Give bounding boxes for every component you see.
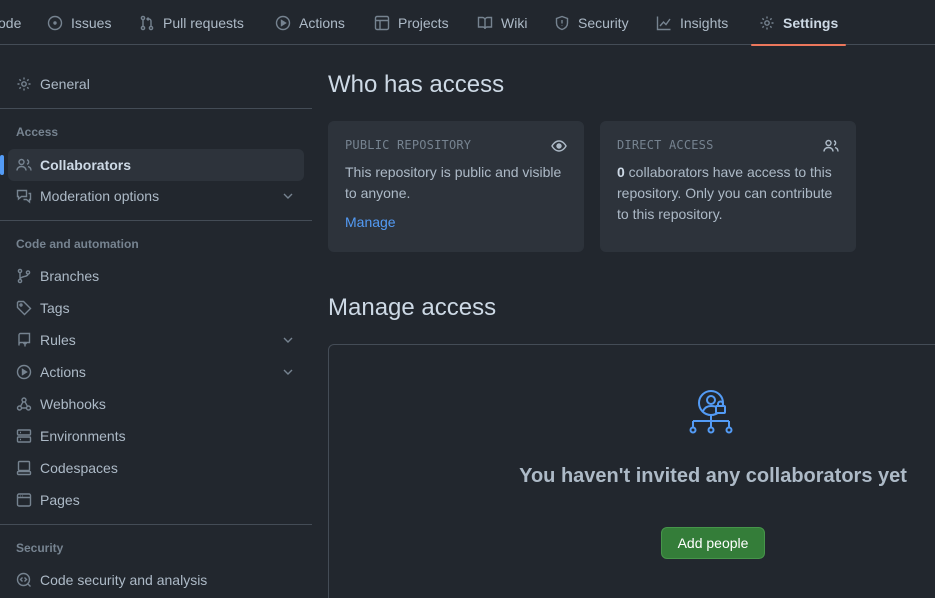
sidebar-item-label: Branches (40, 268, 100, 284)
tab-actions-label: Actions (299, 14, 345, 31)
browser-icon (16, 493, 32, 507)
shield-icon (555, 15, 569, 30)
sidebar-item-label: Collaborators (40, 157, 132, 173)
sidebar-item-tags[interactable]: Tags (8, 292, 304, 324)
sidebar-item-code-security[interactable]: Code security and analysis (8, 564, 304, 596)
direct-access-description: collaborators have access to this reposi… (617, 164, 833, 222)
sidebar-item-actions[interactable]: Actions (8, 356, 304, 388)
gear-icon (17, 77, 31, 91)
add-people-button[interactable]: Add people (661, 527, 765, 559)
sidebar-item-branches[interactable]: Branches (8, 260, 304, 292)
repo-push-icon (18, 332, 31, 347)
direct-access-label: DIRECT ACCESS (617, 138, 714, 152)
sidebar-item-label: Actions (40, 364, 86, 380)
chevron-down-icon[interactable] (280, 332, 296, 348)
sidebar-item-label: Tags (40, 300, 70, 316)
sidebar-item-general[interactable]: General (8, 68, 304, 100)
tab-insights[interactable]: Insights (656, 0, 728, 45)
sidebar-item-label: General (40, 76, 90, 92)
sidebar-divider (0, 524, 312, 525)
tab-projects-label: Projects (398, 14, 449, 31)
collaborator-count: 0 (617, 164, 625, 180)
sidebar-item-label: Rules (40, 332, 76, 348)
repo-nav: ode Issues Pull requests Actions Project… (0, 0, 935, 46)
chevron-down-icon[interactable] (280, 188, 296, 204)
play-icon (275, 15, 291, 30)
tab-security-label: Security (578, 14, 629, 31)
tab-issues-label: Issues (71, 14, 112, 31)
sidebar-item-label: Environments (40, 428, 126, 444)
public-repository-text: This repository is public and visible to… (345, 164, 562, 201)
collaborators-empty-state: You haven't invited any collaborators ye… (328, 344, 935, 598)
sidebar-heading-code-automation: Code and automation (16, 237, 139, 251)
sidebar-heading-access: Access (16, 125, 59, 139)
sidebar-item-collaborators[interactable]: Collaborators (0, 149, 304, 181)
tab-projects[interactable]: Projects (374, 0, 449, 45)
tab-pull-requests-label: Pull requests (163, 14, 244, 31)
person-lock-network-icon (689, 390, 733, 434)
pull-request-icon (140, 15, 154, 30)
tab-wiki-label: Wiki (501, 14, 528, 31)
sidebar-item-label: Code security and analysis (40, 572, 208, 588)
sidebar-item-codespaces[interactable]: Codespaces (8, 452, 304, 484)
tab-actions[interactable]: Actions (275, 0, 345, 45)
graph-icon (656, 16, 671, 30)
sidebar-divider (0, 220, 312, 221)
sidebar-item-label: Codespaces (40, 460, 118, 476)
tag-icon (16, 300, 32, 316)
tab-settings-label: Settings (783, 14, 839, 31)
direct-access-text: 0 collaborators have access to this repo… (617, 162, 839, 225)
eye-icon (551, 140, 567, 152)
sidebar-item-pages[interactable]: Pages (8, 484, 304, 516)
book-icon (477, 16, 493, 29)
people-icon (823, 139, 839, 152)
codespaces-icon (16, 460, 32, 476)
tab-insights-label: Insights (680, 14, 729, 31)
server-icon (16, 429, 32, 443)
empty-state-title: You haven't invited any collaborators ye… (519, 465, 907, 487)
webhook-icon (16, 397, 32, 411)
sidebar-item-label: Webhooks (40, 396, 106, 412)
tab-issues[interactable]: Issues (47, 0, 111, 45)
tab-settings[interactable]: Settings (750, 0, 847, 46)
people-icon (16, 158, 32, 171)
sidebar-item-webhooks[interactable]: Webhooks (8, 388, 304, 420)
tab-wiki[interactable]: Wiki (477, 0, 527, 45)
sidebar-item-environments[interactable]: Environments (8, 420, 304, 452)
public-repository-card: PUBLIC REPOSITORY This repository is pub… (328, 121, 584, 252)
settings-sidebar: General Access Collaborators Moderation … (0, 45, 312, 598)
git-branch-icon (17, 268, 31, 284)
sidebar-item-moderation[interactable]: Moderation options (8, 180, 304, 212)
who-has-access-title: Who has access (328, 71, 505, 98)
comment-discussion-icon (16, 189, 32, 204)
tab-security[interactable]: Security (554, 0, 629, 45)
sidebar-item-rules[interactable]: Rules (8, 324, 304, 356)
codescan-icon (16, 572, 31, 587)
sidebar-divider (0, 108, 312, 109)
manage-access-title: Manage access (328, 294, 497, 321)
play-icon (16, 364, 32, 380)
sidebar-item-label: Pages (40, 492, 80, 508)
manage-link[interactable]: Manage (345, 214, 396, 230)
tab-pull-requests[interactable]: Pull requests (139, 0, 244, 45)
public-repository-label: PUBLIC REPOSITORY (345, 138, 472, 152)
tab-code-label: ode (0, 14, 22, 31)
table-icon (374, 15, 390, 30)
tab-code[interactable]: ode (0, 0, 21, 45)
sidebar-item-label: Moderation options (40, 188, 160, 204)
direct-access-card: DIRECT ACCESS 0 collaborators have acces… (600, 121, 856, 252)
issue-icon (47, 15, 63, 30)
gear-icon (760, 16, 774, 29)
chevron-down-icon[interactable] (280, 364, 296, 380)
sidebar-heading-security: Security (16, 541, 64, 555)
